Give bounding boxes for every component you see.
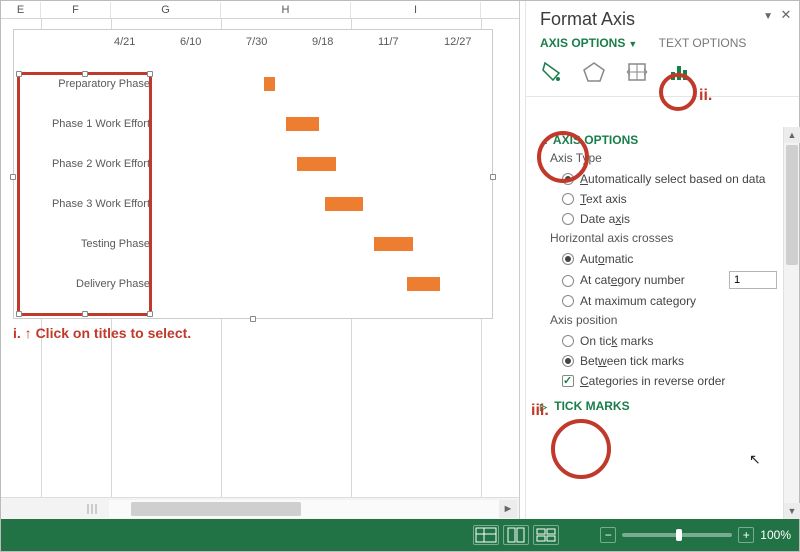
column-header-E[interactable]: E [1,2,41,18]
tab-text-options[interactable]: TEXT OPTIONS [659,36,747,50]
annotation-ii: ii. [699,87,712,105]
x-tick-label: 6/10 [180,36,201,48]
sheet-horizontal-scrollbar[interactable]: ◄ ► [1,497,519,519]
radio-axis-type-auto[interactable]: Automatically select based on data [562,171,783,187]
status-bar: − + 100% [1,519,799,551]
radio-pos-on-tick[interactable]: On tick marks [562,333,783,349]
section-tick-marks[interactable]: ▷ TICK MARKS [540,399,783,413]
x-tick-label: 4/21 [114,36,135,48]
gantt-bar[interactable] [264,77,275,91]
zoom-percent[interactable]: 100% [760,528,791,542]
section-axis-options[interactable]: ▲AXIS OPTIONS [540,133,783,147]
radio-axis-type-date[interactable]: Date axis [562,211,783,227]
column-header-I[interactable]: I [351,2,481,18]
gantt-bar[interactable] [297,157,336,171]
pane-title: Format Axis [540,9,635,29]
annotation-titles-highlight [17,72,152,316]
check-reverse-order[interactable]: Categories in reverse order [562,373,783,389]
zoom-in-button[interactable]: + [738,527,754,543]
annotation-i: i. ↑ Click on titles to select. [13,325,191,341]
tab-axis-options[interactable]: AXIS OPTIONS▼ [540,36,637,50]
radio-hcross-auto[interactable]: Automatic [562,251,783,267]
column-header-strip: EFGHI [1,1,519,19]
view-page-layout-button[interactable] [503,525,529,545]
pane-dropdown-icon[interactable]: ▼ [763,11,773,22]
axis-options-icon[interactable] [667,60,697,86]
zoom-slider[interactable] [622,533,732,537]
view-page-break-button[interactable] [533,525,559,545]
h-crosses-label: Horizontal axis crosses [550,231,783,245]
close-icon[interactable]: ✕ [779,7,793,21]
x-tick-label: 9/18 [312,36,333,48]
x-tick-label: 11/7 [378,36,399,48]
x-tick-label: 12/27 [444,36,472,48]
pane-vertical-scrollbar[interactable]: ▲ ▼ [783,127,799,519]
gantt-chart[interactable]: 4/216/107/309/1811/712/27Preparatory Pha… [13,29,493,319]
fill-line-icon[interactable] [540,60,570,86]
scroll-right-icon[interactable]: ► [499,500,517,518]
size-properties-icon[interactable] [625,60,655,86]
radio-axis-type-text[interactable]: Text axis [562,191,783,207]
column-header-G[interactable]: G [111,2,221,18]
gantt-bar[interactable] [286,117,319,131]
annotation-iii: iii. [531,402,549,420]
effects-icon[interactable] [582,60,612,86]
zoom-controls: − + 100% [600,525,791,545]
gantt-bar[interactable] [325,197,364,211]
zoom-out-button[interactable]: − [600,527,616,543]
radio-hcross-at-category[interactable]: At category number [562,271,783,289]
gantt-bar[interactable] [407,277,440,291]
column-header-F[interactable]: F [41,2,111,18]
scroll-up-icon[interactable]: ▲ [784,127,800,143]
x-tick-label: 7/30 [246,36,267,48]
axis-position-label: Axis position [550,313,783,327]
view-normal-button[interactable] [473,525,499,545]
scroll-down-icon[interactable]: ▼ [784,503,800,519]
format-axis-pane: Format Axis ▼ ✕ AXIS OPTIONS▼ TEXT OPTIO… [525,1,799,519]
scroll-thumb[interactable] [786,145,798,265]
hcross-category-input[interactable] [729,271,777,289]
sheet-tab-splitter[interactable] [7,502,97,516]
column-header-H[interactable]: H [221,2,351,18]
gantt-bar[interactable] [374,237,413,251]
radio-pos-between-tick[interactable]: Between tick marks [562,353,783,369]
hscroll-thumb[interactable] [131,502,301,516]
radio-hcross-at-max[interactable]: At maximum category [562,293,783,309]
axis-type-label: Axis Type [550,151,783,165]
